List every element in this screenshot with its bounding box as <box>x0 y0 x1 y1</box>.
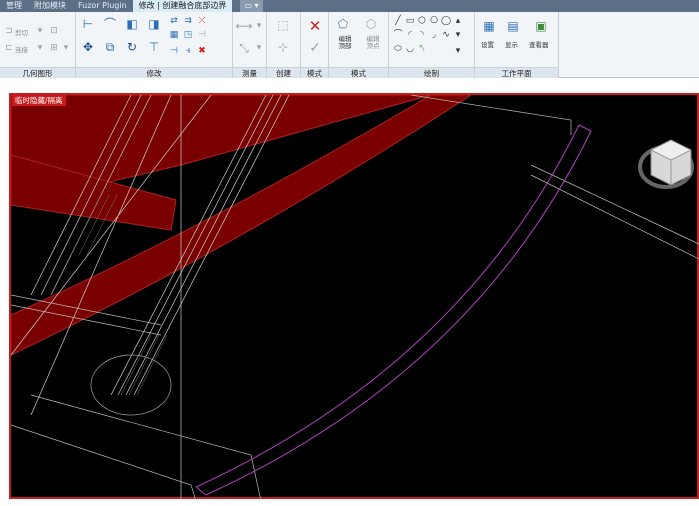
ribbon: ⊐ 剪切 ▾ ⊡ ⊏ 连接 ▾ ⊞ ▾ 几何图形 ⊢ ⌒ ◧ ◨ ⇄ ⇉ ⤫ ▦… <box>0 12 699 78</box>
offset-icon[interactable]: ⌒ <box>102 16 118 32</box>
drawing-viewport[interactable] <box>9 93 699 501</box>
panel-geometry: ⊐ 剪切 ▾ ⊡ ⊏ 连接 ▾ ⊞ ▾ 几何图形 <box>0 12 76 78</box>
dropdown-icon[interactable]: ▾ <box>60 42 72 54</box>
ellipse-icon[interactable]: ⬭ <box>392 43 404 55</box>
viewcube-icon[interactable] <box>638 139 694 189</box>
start-end-arc-icon[interactable]: ⌒ <box>392 29 404 41</box>
trim-multiple-icon[interactable]: ⫣ <box>182 45 194 57</box>
create-group-icon[interactable]: ⬚ <box>275 17 291 33</box>
viewer-icon[interactable]: ▣ <box>533 18 549 34</box>
show-label[interactable]: 显示 <box>505 39 518 49</box>
panel-measure: ⟷ ▾ ⤡ ▾ 测量 <box>233 12 267 78</box>
panel-mode: ✕ ✓ 模式 <box>301 12 329 78</box>
drawing-canvas[interactable] <box>11 95 699 501</box>
measure-distance-icon[interactable]: ⟷ <box>235 18 252 34</box>
dimension-icon[interactable]: ⤡ <box>236 40 252 56</box>
tab-panel-toggle[interactable]: ▭ ▾ <box>240 0 263 12</box>
fillet-arc-icon[interactable]: ◞ <box>428 29 440 41</box>
tab-fuzor-plugin[interactable]: Fuzor Plugin <box>72 0 133 12</box>
panel-label-blend-mode: 模式 <box>329 67 388 78</box>
join-label[interactable]: 连接 <box>15 44 28 54</box>
rotate-icon[interactable]: ↻ <box>124 39 140 55</box>
panel-draw: ╱ ▭ ⬡ ⎔ ◯ ▴ ⌒ ◜ ◝ ◞ ∿ ▾ ⬭ ◡ ⤣ ▾ 绘制 <box>389 12 475 78</box>
set-workplane-icon[interactable]: ▦ <box>481 18 497 34</box>
edit-top-icon[interactable]: ⬠ <box>335 16 351 32</box>
circle-icon[interactable]: ◯ <box>440 15 452 27</box>
edit-vertex-label[interactable]: 编辑 顶点 <box>363 36 383 50</box>
tab-modify-create-blend-base[interactable]: 修改 | 创建融合底部边界 <box>132 0 233 12</box>
dropdown-icon[interactable]: ▴ <box>452 15 464 27</box>
set-label[interactable]: 设置 <box>481 39 494 49</box>
unpin-icon[interactable]: ⊣ <box>196 29 208 41</box>
mirror-draw-icon[interactable]: ◨ <box>146 16 162 32</box>
checkmark-icon[interactable]: ✓ <box>307 40 323 56</box>
copy-icon[interactable]: ⧉ <box>102 39 118 55</box>
tangent-arc-icon[interactable]: ◝ <box>416 29 428 41</box>
trim-single-icon[interactable]: ⊣ <box>168 45 180 57</box>
dropdown-icon[interactable]: ▾ <box>452 45 464 57</box>
tab-addins[interactable]: 附加模块 <box>28 0 72 12</box>
edit-top-label[interactable]: 编辑 顶部 <box>335 36 355 50</box>
circumscribed-polygon-icon[interactable]: ⎔ <box>428 15 440 27</box>
panel-label-workplane: 工作平面 <box>475 67 558 78</box>
dropdown-icon[interactable]: ▾ <box>34 25 46 37</box>
panel-create: ⬚ ⊹ 创建 <box>267 12 301 78</box>
panel-blend-mode: ⬠ 编辑 顶部 ⬡ 编辑 顶点 模式 <box>329 12 389 78</box>
create-similar-icon[interactable]: ⊹ <box>275 39 291 55</box>
panel-workplane: ▦ 设置 ▤ 显示 ▣ 查看器 工作平面 <box>475 12 559 78</box>
status-bar <box>0 499 699 506</box>
align-icon[interactable]: ⊢ <box>80 16 96 32</box>
partial-ellipse-icon[interactable]: ◡ <box>404 43 416 55</box>
trim-extend-icon[interactable]: ⊤ <box>146 39 162 55</box>
move-icon[interactable]: ✥ <box>80 39 96 55</box>
tab-manage[interactable]: 管理 <box>0 0 28 12</box>
join-icon[interactable]: ⊏ <box>3 42 15 54</box>
scale-icon[interactable]: ◳ <box>182 29 194 41</box>
revit-window: 管理 附加模块 Fuzor Plugin 修改 | 创建融合底部边界 ▭ ▾ ⊐… <box>0 0 699 506</box>
panel-label-geometry: 几何图形 <box>0 67 75 78</box>
dropdown-icon[interactable]: ▾ <box>253 20 265 32</box>
mirror-axis-icon[interactable]: ◧ <box>124 16 140 32</box>
split-element-icon[interactable]: ⤫ <box>196 15 208 27</box>
dropdown-icon[interactable]: ▾ <box>452 29 464 41</box>
sketch-boundary-arc[interactable] <box>195 124 592 496</box>
options-bar <box>0 78 699 93</box>
center-ends-arc-icon[interactable]: ◜ <box>404 29 416 41</box>
show-workplane-icon[interactable]: ▤ <box>505 18 521 34</box>
edit-vertex-icon[interactable]: ⬡ <box>363 16 379 32</box>
panel-modify: ⊢ ⌒ ◧ ◨ ⇄ ⇉ ⤫ ▦ ◳ ⊣ ✥ ⧉ ↻ ⊤ ⊣ ⫣ ✖ 修改 <box>76 12 233 78</box>
delete-icon[interactable]: ✖ <box>196 45 208 57</box>
spline-icon[interactable]: ∿ <box>440 29 452 41</box>
viewer-label[interactable]: 查看器 <box>529 39 549 49</box>
cut-icon[interactable]: ⊐ <box>3 25 15 37</box>
cut-label[interactable]: 剪切 <box>15 27 28 37</box>
panel-label-mode: 模式 <box>301 67 328 78</box>
inscribed-polygon-icon[interactable]: ⬡ <box>416 15 428 27</box>
array-icon[interactable]: ▦ <box>168 29 180 41</box>
temporary-hide-isolate-badge: 临时隐藏/隔离 <box>12 95 66 106</box>
panel-label-modify: 修改 <box>76 67 232 78</box>
rectangle-icon[interactable]: ▭ <box>404 15 416 27</box>
pick-lines-icon[interactable]: ⤣ <box>416 43 428 55</box>
cope-icon[interactable]: ⊡ <box>48 25 60 37</box>
x-icon[interactable]: ✕ <box>307 18 323 34</box>
ribbon-tab-bar: 管理 附加模块 Fuzor Plugin 修改 | 创建融合底部边界 ▭ ▾ <box>0 0 699 12</box>
dropdown-icon[interactable]: ▾ <box>34 42 46 54</box>
panel-label-draw: 绘制 <box>389 67 474 78</box>
dropdown-icon[interactable]: ▾ <box>253 42 265 54</box>
line-icon[interactable]: ╱ <box>392 15 404 27</box>
panel-label-create: 创建 <box>267 67 300 78</box>
copy-small-icon[interactable]: ⇉ <box>182 15 194 27</box>
wall-join-icon[interactable]: ⊞ <box>48 42 60 54</box>
move-small-icon[interactable]: ⇄ <box>168 15 180 27</box>
panel-label-measure: 测量 <box>233 67 266 78</box>
